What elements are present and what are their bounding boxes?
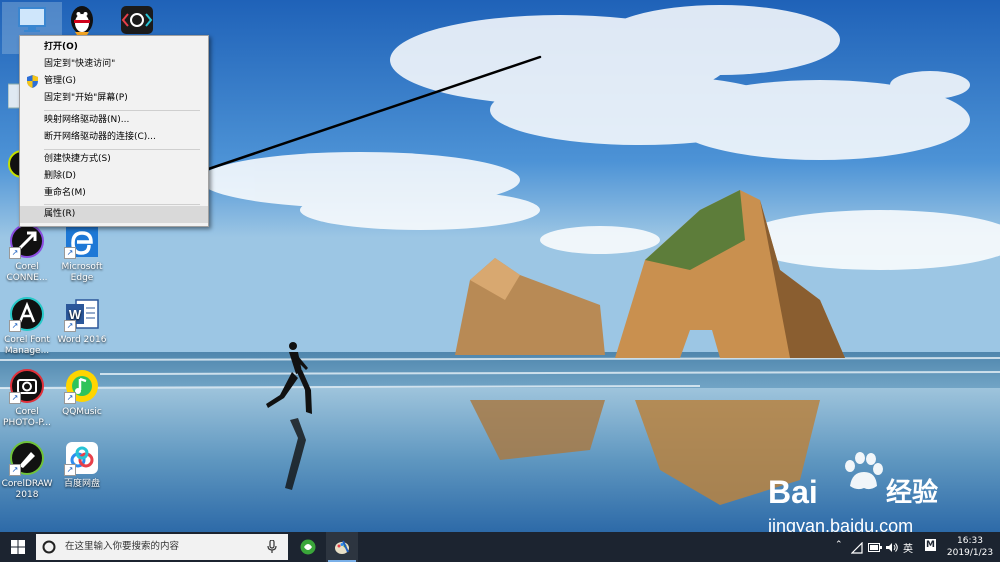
taskbar-search-box[interactable]: 在这里输入你要搜索的内容 — [36, 534, 288, 560]
menu-item-create-shortcut[interactable]: 创建快捷方式(S) — [20, 151, 208, 168]
coreldraw-icon: ↗ — [9, 440, 45, 476]
menu-item-rename[interactable]: 重命名(M) — [20, 185, 208, 202]
cortana-circle-icon — [42, 540, 56, 554]
uac-shield-icon — [27, 75, 38, 88]
search-placeholder: 在这里输入你要搜索的内容 — [65, 541, 180, 552]
desktop-icon-label: Corel CONNE... — [6, 262, 48, 283]
word-icon: W ↗ — [64, 296, 100, 332]
desktop-icon-qqmusic[interactable]: ↗ QQMusic — [52, 368, 112, 418]
edge-browser-icon: ↗ — [64, 223, 100, 259]
menu-item-manage[interactable]: 管理(G) — [20, 73, 208, 90]
baidu-jingyan-watermark: Bai 经验 jingyan.baidu.com — [768, 452, 978, 536]
video-app-icon — [119, 2, 155, 38]
desktop-icon-label: Corel PHOTO-P... — [3, 407, 51, 428]
desktop-icon-label: Word 2016 — [57, 335, 107, 345]
menu-item-open[interactable]: 打开(O) — [20, 39, 208, 56]
shortcut-arrow-icon: ↗ — [9, 464, 21, 476]
shortcut-arrow-icon: ↗ — [9, 392, 21, 404]
baidu-paw-icon — [845, 452, 883, 490]
ime-language-indicator[interactable]: 英 — [903, 540, 913, 555]
shortcut-arrow-icon: ↗ — [9, 247, 21, 259]
menu-item-label: 管理(G) — [44, 76, 76, 86]
microphone-icon[interactable] — [267, 540, 277, 554]
baidu-netdisk-icon: ↗ — [64, 440, 100, 476]
volume-icon[interactable] — [886, 542, 898, 553]
desktop-icon-label: Corel Font Manage... — [4, 335, 50, 356]
shortcut-arrow-icon: ↗ — [9, 320, 21, 332]
taskbar: 在这里输入你要搜索的内容 ⌃ 英 M 16:33 2019/1/23 — [0, 532, 1000, 562]
menu-item-delete[interactable]: 删除(D) — [20, 168, 208, 185]
qq-penguin-icon — [64, 2, 100, 38]
menu-separator — [44, 110, 200, 111]
desktop-icon-label: QQMusic — [62, 407, 102, 417]
corel-font-manager-icon: ↗ — [9, 296, 45, 332]
battery-icon[interactable] — [868, 543, 882, 552]
menu-item-map-network-drive[interactable]: 映射网络驱动器(N)... — [20, 112, 208, 129]
windows-logo-icon — [11, 540, 25, 554]
menu-separator — [44, 149, 200, 150]
desktop-icon-corel-connect[interactable]: ↗ Corel CONNE... — [0, 223, 57, 284]
menu-item-pin-start[interactable]: 固定到"开始"屏幕(P) — [20, 90, 208, 107]
taskbar-app-paint[interactable] — [326, 532, 358, 562]
desktop-icon-microsoft-edge[interactable]: ↗ Microsoft Edge — [52, 223, 112, 284]
menu-item-disconnect-network-drive[interactable]: 断开网络驱动器的连接(C)... — [20, 129, 208, 146]
desktop-icon-word-2016[interactable]: W ↗ Word 2016 — [52, 296, 112, 346]
qqmusic-icon: ↗ — [64, 368, 100, 404]
network-icon[interactable] — [851, 542, 863, 554]
paint-palette-icon — [335, 540, 349, 554]
desktop-icon-corel-font-manager[interactable]: ↗ Corel Font Manage... — [0, 296, 57, 357]
desktop-icon-corel-photo-paint[interactable]: ↗ Corel PHOTO-P... — [0, 368, 57, 429]
clock-time: 16:33 — [957, 536, 983, 546]
desktop-icon-baidu-netdisk[interactable]: ↗ 百度网盘 — [52, 440, 112, 490]
shortcut-arrow-icon: ↗ — [64, 392, 76, 404]
desktop-icon-label: CorelDRAW 2018 — [1, 479, 53, 500]
show-hidden-icons-chevron[interactable]: ⌃ — [835, 540, 843, 550]
shortcut-arrow-icon: ↗ — [64, 464, 76, 476]
clock[interactable]: 16:33 2019/1/23 — [944, 535, 996, 559]
shortcut-arrow-icon: ↗ — [64, 320, 76, 332]
shortcut-arrow-icon: ↗ — [64, 247, 76, 259]
watermark-brand-left: Bai — [768, 474, 818, 510]
desktop-icon-label: 百度网盘 — [63, 479, 100, 489]
desktop-icon-label: Microsoft Edge — [61, 262, 103, 283]
green-app-icon — [300, 539, 316, 555]
ime-mode-indicator[interactable]: M — [925, 539, 936, 551]
taskbar-app-green[interactable] — [292, 532, 324, 562]
start-button[interactable] — [0, 532, 36, 562]
menu-item-properties[interactable]: 属性(R) — [20, 206, 208, 223]
clock-date: 2019/1/23 — [946, 548, 994, 558]
menu-item-pin-quick-access[interactable]: 固定到"快速访问" — [20, 56, 208, 73]
desktop-icon-coreldraw-2018[interactable]: ↗ CorelDRAW 2018 — [0, 440, 57, 501]
menu-separator — [44, 204, 200, 205]
context-menu: 打开(O) 固定到"快速访问" 管理(G) 固定到"开始"屏幕(P) 映射网络驱… — [19, 35, 209, 227]
watermark-brand-right: 经验 — [886, 478, 939, 508]
computer-icon — [14, 2, 50, 38]
corel-photo-paint-icon: ↗ — [9, 368, 45, 404]
corel-connect-icon: ↗ — [9, 223, 45, 259]
